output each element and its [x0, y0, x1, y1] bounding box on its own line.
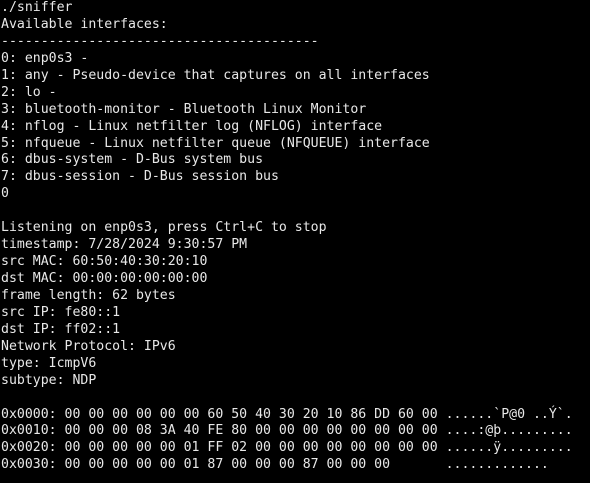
- output-line: type: IcmpV6: [1, 355, 97, 371]
- command-line: ./sniffer: [1, 0, 73, 15]
- output-line: 0: enp0s3 -: [1, 50, 89, 66]
- output-line: 6: dbus-system - D-Bus system bus: [1, 152, 264, 168]
- output-line: Available interfaces:: [1, 16, 168, 32]
- output-line: frame length: 62 bytes: [1, 287, 176, 303]
- output-line: ----------------------------------------: [1, 33, 319, 49]
- output-line: Network Protocol: IPv6: [1, 338, 176, 354]
- output-line: dst IP: ff02::1: [1, 321, 121, 337]
- hexdump-line: 0x0010: 00 00 00 08 3A 40 FE 80 00 00 00…: [1, 423, 573, 439]
- output-line: src MAC: 60:50:40:30:20:10: [1, 254, 208, 270]
- terminal-window[interactable]: ./sniffer Available interfaces: --------…: [0, 0, 590, 483]
- output-line: dst MAC: 00:00:00:00:00:00: [1, 271, 208, 286]
- terminal-output: ./sniffer Available interfaces: --------…: [1, 0, 573, 474]
- output-line: subtype: NDP: [1, 372, 97, 388]
- output-line: 1: any - Pseudo-device that captures on …: [1, 67, 430, 83]
- output-line: 3: bluetooth-monitor - Bluetooth Linux M…: [1, 101, 367, 117]
- output-line: src IP: fe80::1: [1, 304, 121, 320]
- hexdump-line: 0x0030: 00 00 00 00 00 01 87 00 00 00 87…: [1, 457, 549, 473]
- hexdump-line: 0x0000: 00 00 00 00 00 00 60 50 40 30 20…: [1, 406, 573, 422]
- output-line: 7: dbus-session - D-Bus session bus: [1, 169, 279, 185]
- output-line: 5: nfqueue - Linux netfilter queue (NFQU…: [1, 135, 430, 151]
- output-line: 4: nflog - Linux netfilter log (NFLOG) i…: [1, 118, 383, 134]
- output-line: Listening on enp0s3, press Ctrl+C to sto…: [1, 220, 327, 236]
- hexdump-line: 0x0020: 00 00 00 00 00 01 FF 02 00 00 00…: [1, 440, 573, 456]
- input-echo-line: 0: [1, 186, 9, 202]
- output-line: timestamp: 7/28/2024 9:30:57 PM: [1, 237, 248, 253]
- output-line: 2: lo -: [1, 84, 57, 100]
